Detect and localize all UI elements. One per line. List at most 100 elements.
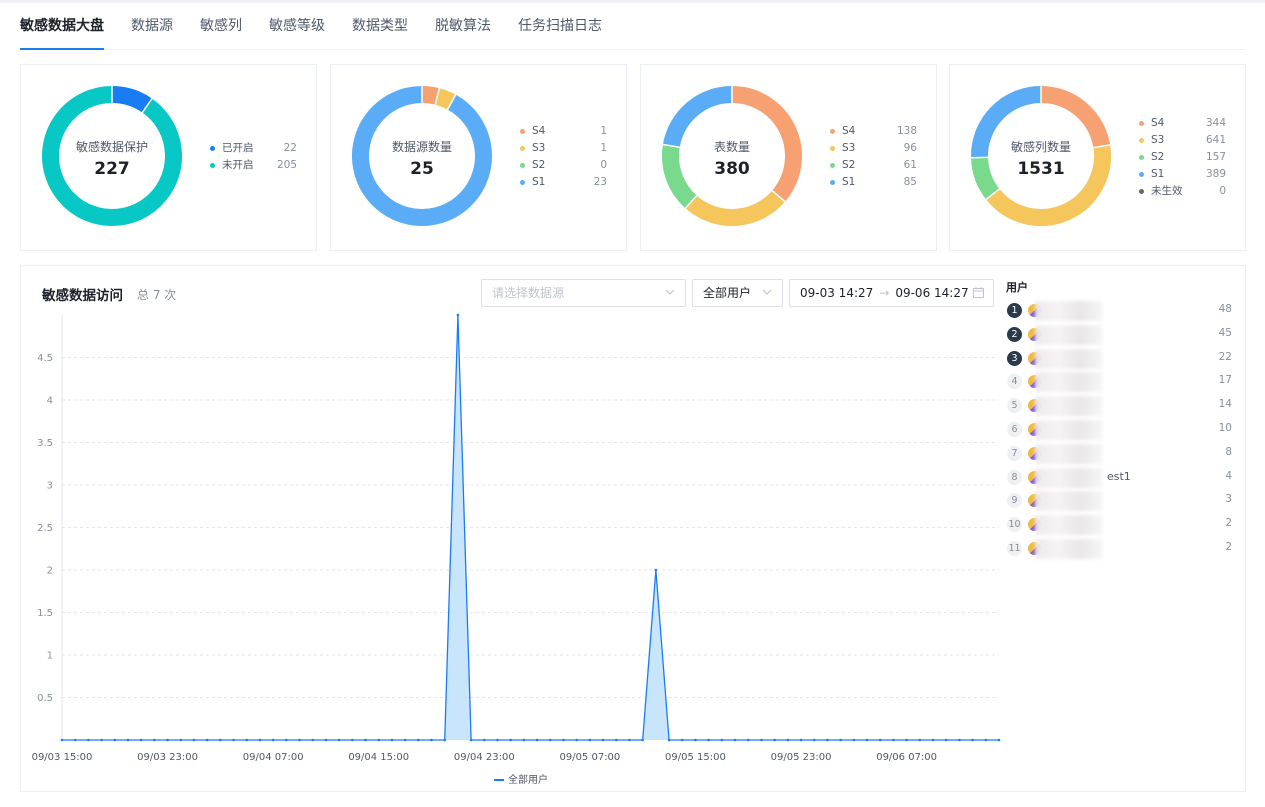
data-point[interactable] — [614, 738, 618, 742]
user-row[interactable]: 2 45 — [1006, 323, 1232, 347]
data-point[interactable] — [641, 738, 644, 742]
datasource-select[interactable]: 请选择数据源 — [481, 279, 686, 307]
data-point[interactable] — [812, 738, 816, 742]
data-point[interactable] — [245, 738, 249, 742]
data-point[interactable] — [746, 738, 750, 742]
tab-data-types[interactable]: 数据类型 — [352, 4, 408, 49]
data-point[interactable] — [694, 738, 697, 742]
data-point[interactable] — [522, 738, 526, 742]
data-point[interactable] — [311, 738, 315, 742]
data-point[interactable] — [905, 738, 908, 742]
tab-sensitivity-levels[interactable]: 敏感等级 — [269, 4, 325, 49]
data-point[interactable] — [403, 738, 407, 742]
date-start[interactable]: 09-03 14:27 — [800, 286, 873, 300]
tab-datasource[interactable]: 数据源 — [131, 4, 173, 49]
data-point[interactable] — [799, 738, 803, 742]
data-point[interactable] — [351, 738, 354, 742]
data-point[interactable] — [878, 738, 882, 742]
user-row[interactable]: 10 2 — [1006, 513, 1232, 537]
donut-segment-S1[interactable] — [352, 86, 492, 226]
tab-dashboard[interactable]: 敏感数据大盘 — [20, 4, 104, 50]
user-row[interactable]: 93 — [1006, 489, 1232, 513]
data-point[interactable] — [430, 738, 433, 742]
data-point[interactable] — [997, 738, 1001, 742]
data-point[interactable] — [496, 738, 499, 742]
data-point[interactable] — [562, 738, 565, 742]
data-point[interactable] — [733, 738, 737, 742]
data-point[interactable] — [509, 738, 513, 742]
data-point[interactable] — [324, 738, 328, 742]
data-point[interactable] — [601, 738, 605, 742]
data-point[interactable] — [377, 738, 381, 742]
user-row[interactable]: 5 14 — [1006, 394, 1232, 418]
data-point[interactable] — [984, 738, 988, 742]
user-row[interactable]: 1 48 — [1006, 299, 1232, 323]
data-point[interactable] — [667, 738, 671, 742]
donut-segment-S3[interactable] — [986, 144, 1111, 226]
data-point[interactable] — [73, 738, 77, 742]
data-point[interactable] — [865, 738, 869, 742]
data-point[interactable] — [654, 568, 658, 572]
user-row[interactable]: 3 22 — [1006, 347, 1232, 371]
data-point[interactable] — [113, 738, 117, 742]
data-point[interactable] — [931, 738, 935, 742]
tab-masking-algorithms[interactable]: 脱敏算法 — [435, 4, 491, 49]
chart-legend[interactable]: 全部用户 — [494, 771, 548, 786]
data-point[interactable] — [417, 738, 420, 742]
data-point[interactable] — [258, 738, 262, 742]
data-point[interactable] — [469, 738, 473, 742]
user-row[interactable]: 8 est1 4 — [1006, 466, 1232, 490]
donut-segment-S4[interactable] — [421, 86, 440, 105]
data-point[interactable] — [205, 738, 209, 742]
data-point[interactable] — [153, 738, 156, 742]
donut-segment-已开启[interactable] — [111, 86, 153, 113]
date-end[interactable]: 09-06 14:27 — [895, 286, 968, 300]
data-point[interactable] — [944, 738, 948, 742]
data-point[interactable] — [707, 738, 710, 742]
data-point[interactable] — [826, 738, 829, 742]
data-point[interactable] — [852, 738, 856, 742]
tab-sensitive-columns[interactable]: 敏感列 — [200, 4, 242, 49]
donut-segment-未开启[interactable] — [42, 86, 182, 226]
data-point[interactable] — [443, 738, 447, 742]
date-range-picker[interactable]: 09-03 14:27 → 09-06 14:27 — [789, 279, 994, 307]
tab-scan-logs[interactable]: 任务扫描日志 — [518, 4, 602, 49]
data-point[interactable] — [786, 738, 790, 742]
data-point[interactable] — [126, 738, 130, 742]
data-point[interactable] — [720, 738, 724, 742]
data-point[interactable] — [628, 738, 631, 742]
data-point[interactable] — [192, 738, 196, 742]
data-point[interactable] — [364, 738, 367, 742]
data-point[interactable] — [271, 738, 275, 742]
user-row[interactable]: 4 17 — [1006, 370, 1232, 394]
donut-segment-S3[interactable] — [685, 190, 786, 226]
data-point[interactable] — [219, 738, 222, 742]
donut-segment-S3[interactable] — [434, 88, 456, 110]
data-point[interactable] — [958, 738, 961, 742]
data-point[interactable] — [680, 738, 684, 742]
data-point[interactable] — [179, 738, 183, 742]
data-point[interactable] — [839, 738, 842, 742]
data-point[interactable] — [60, 738, 64, 742]
data-point[interactable] — [166, 738, 169, 742]
data-point[interactable] — [139, 738, 143, 742]
data-point[interactable] — [971, 738, 974, 742]
data-point[interactable] — [232, 738, 235, 742]
data-point[interactable] — [535, 738, 539, 742]
data-point[interactable] — [575, 738, 578, 742]
user-row[interactable]: 6 10 — [1006, 418, 1232, 442]
data-point[interactable] — [760, 738, 763, 742]
data-point[interactable] — [918, 738, 922, 742]
user-row[interactable]: 11 2 — [1006, 537, 1232, 561]
data-point[interactable] — [337, 738, 341, 742]
data-point[interactable] — [456, 313, 460, 317]
data-point[interactable] — [285, 738, 288, 742]
data-point[interactable] — [298, 738, 301, 742]
data-point[interactable] — [588, 738, 592, 742]
data-point[interactable] — [892, 738, 895, 742]
user-select[interactable]: 全部用户 — [692, 279, 783, 307]
data-point[interactable] — [100, 738, 103, 742]
data-point[interactable] — [390, 738, 394, 742]
data-point[interactable] — [483, 738, 486, 742]
user-row[interactable]: 78 — [1006, 442, 1232, 466]
